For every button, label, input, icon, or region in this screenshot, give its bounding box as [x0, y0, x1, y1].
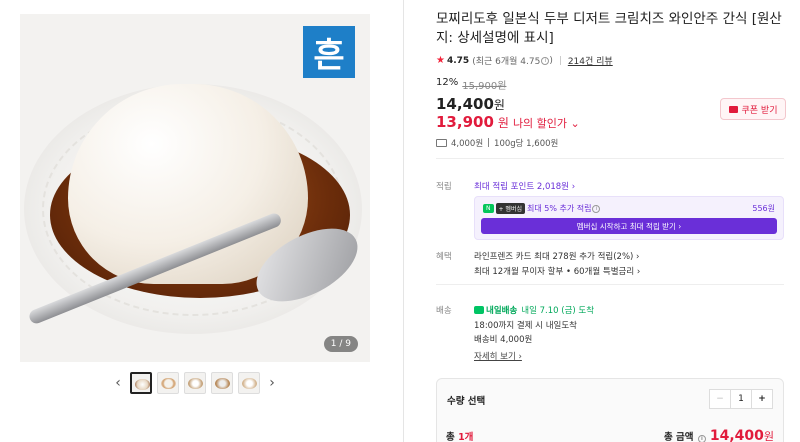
brand-logo: 흔: [303, 26, 355, 78]
thumbnail-4[interactable]: [211, 372, 233, 394]
qty-minus-button[interactable]: −: [710, 390, 731, 408]
thumb-prev-arrow-icon[interactable]: ‹: [111, 375, 125, 391]
benefits-label: 혜택: [436, 252, 452, 262]
delivery-cutoff: 18:00까지 결제 시 내일도착: [474, 321, 577, 331]
total-amount: 14,400원: [709, 428, 774, 442]
delivery-detail-link[interactable]: 자세히 보기 ›: [474, 350, 522, 362]
sale-price-unit: 원: [493, 98, 505, 112]
info-icon: i: [697, 435, 706, 442]
npay-amount: 556원: [752, 204, 775, 213]
qty-plus-button[interactable]: +: [751, 390, 772, 408]
delivery-row: 내일배송 내일 7.10 (금) 도착: [474, 304, 594, 316]
npay-row: N + 멤버십 최대 5% 추가 적립 i 556원: [483, 203, 775, 214]
membership-badge: + 멤버십: [495, 203, 525, 214]
discount-row: 12% 15,900원: [436, 77, 786, 92]
shipping-summary: 4,000원 | 100g당 1,600원: [436, 137, 786, 149]
divider: [436, 158, 784, 159]
delivery-label: 배송: [436, 306, 452, 316]
thumbnail-3[interactable]: [184, 372, 206, 394]
total-label: 총 1개: [446, 432, 474, 442]
installment-benefit-link[interactable]: 최대 12개월 무이자 할부 • 60개월 특별금리 ›: [474, 265, 640, 277]
unit-price: 100g당 1,600원: [494, 139, 559, 149]
thumb-next-arrow-icon[interactable]: ›: [265, 375, 279, 391]
coupon-icon: [728, 105, 738, 113]
review-count-link[interactable]: 214건 리뷰: [568, 54, 613, 67]
delivery-fee: 배송비 4,000원: [474, 335, 533, 345]
tomorrow-badge: 내일배송: [474, 304, 517, 316]
thumbnail-5[interactable]: [238, 372, 260, 394]
original-price: 15,900원: [462, 81, 507, 92]
npay-badge: N: [483, 204, 494, 213]
qty-label: 수량 선택: [447, 396, 486, 407]
quantity-stepper: − 1 +: [709, 389, 773, 409]
max-points-link[interactable]: 최대 적립 포인트 2,018원 ›: [474, 180, 575, 192]
npay-box: N + 멤버십 최대 5% 추가 적립 i 556원 멤버십 시작하고 최대 적…: [474, 196, 784, 240]
discount-rate: 12%: [436, 77, 459, 88]
info-icon[interactable]: i: [541, 56, 550, 65]
thumbnail-strip: ‹ ›: [20, 372, 370, 394]
product-gallery: 흔 1 / 9 ‹ ›: [20, 14, 370, 394]
shipping-fee: 4,000원: [451, 139, 484, 149]
my-price: 13,900: [436, 113, 494, 131]
product-page: 흔 1 / 9 ‹ › 모찌리도후 일본식 두부 디저트 크림치즈 와인안주 간…: [0, 0, 800, 442]
rating-recent: (최근 6개월 4.75: [472, 57, 541, 67]
star-icon: ★: [436, 55, 445, 66]
sale-price: 14,400: [436, 95, 494, 113]
main-product-image[interactable]: 흔 1 / 9: [20, 14, 370, 362]
coupon-label: 쿠폰 받기: [741, 105, 778, 116]
column-divider: [403, 0, 404, 442]
total-amount-label: 총 금액 i: [664, 429, 706, 442]
info-icon[interactable]: i: [592, 204, 601, 213]
points-label: 적립: [436, 182, 452, 192]
truck-icon: [436, 139, 447, 147]
membership-button[interactable]: 멤버십 시작하고 최대 적립 받기 ›: [481, 218, 777, 234]
qty-value[interactable]: 1: [731, 390, 751, 408]
product-info: 모찌리도후 일본식 두부 디저트 크림치즈 와인안주 간식 [원산지: 상세설명…: [436, 10, 786, 442]
tomorrow-icon: [474, 306, 484, 314]
divider: [436, 284, 784, 285]
delivery-date: 내일 7.10 (금) 도착: [521, 306, 595, 316]
thumbnail-2[interactable]: [157, 372, 179, 394]
npay-text: 최대 5% 추가 적립: [527, 204, 592, 213]
my-price-label: 나의 할인가 ⌄: [512, 117, 580, 130]
rating-value: 4.75: [446, 55, 470, 66]
separator: [559, 56, 561, 65]
product-title: 모찌리도후 일본식 두부 디저트 크림치즈 와인안주 간식 [원산지: 상세설명…: [436, 11, 782, 46]
coupon-button[interactable]: 쿠폰 받기: [720, 98, 786, 120]
image-counter: 1 / 9: [323, 336, 358, 352]
total-row: 총 1개 총 금액 i 14,400원: [436, 428, 784, 442]
my-price-unit: 원: [497, 116, 509, 130]
rating-row: ★ 4.75 (최근 6개월 4.75 i) 214건 리뷰: [436, 54, 613, 67]
card-benefit-link[interactable]: 라인프렌즈 카드 최대 278원 추가 적립(2%) ›: [474, 250, 639, 262]
thumbnail-1[interactable]: [130, 372, 152, 394]
